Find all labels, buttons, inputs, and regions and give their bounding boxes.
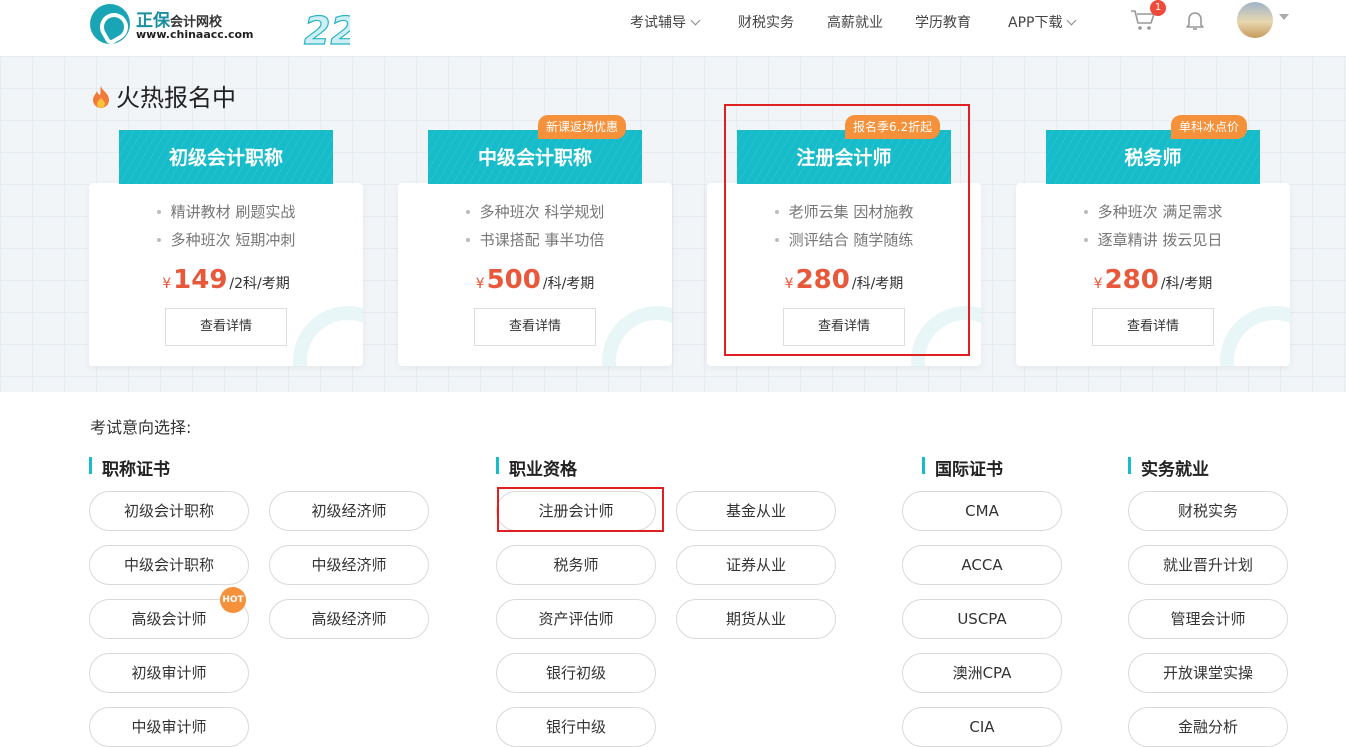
logo-icon bbox=[90, 4, 130, 44]
nav-tax-practice[interactable]: 财税实务 bbox=[738, 12, 794, 32]
promo-tag: 单科冰点价 bbox=[1171, 115, 1248, 139]
card-feature: 多种班次 短期冲刺 bbox=[89, 229, 363, 250]
exam-option-pill[interactable]: 金融分析 bbox=[1128, 707, 1288, 747]
exam-option-pill[interactable]: 澳洲CPA bbox=[902, 653, 1062, 693]
logo-url: www.chinaacc.com bbox=[136, 28, 254, 41]
exam-option-pill[interactable]: 就业晋升计划 bbox=[1128, 545, 1288, 585]
card-price: ¥500/科/考期 bbox=[475, 265, 595, 295]
card-price: ¥280/科/考期 bbox=[1093, 265, 1213, 295]
card-price: ¥149/2科/考期 bbox=[162, 265, 290, 295]
card-feature: 多种班次 科学规划 bbox=[398, 201, 672, 222]
nav-degree-education[interactable]: 学历教育 bbox=[915, 12, 971, 32]
category-title-professional-titles: 职称证书 bbox=[89, 455, 170, 480]
nav-exam-tutoring[interactable]: 考试辅导 bbox=[630, 12, 701, 32]
category-title-practical-employment: 实务就业 bbox=[1128, 455, 1209, 480]
highlight-box-cpa-option bbox=[497, 487, 664, 532]
exam-option-pill[interactable]: 开放课堂实操 bbox=[1128, 653, 1288, 693]
chevron-down-icon bbox=[1067, 15, 1077, 26]
exam-option-pill[interactable]: 财税实务 bbox=[1128, 491, 1288, 531]
course-card-intermediate-accounting: 多种班次 科学规划 书课搭配 事半功倍 ¥500/科/考期 查看详情 中级会计职… bbox=[398, 115, 672, 366]
hot-section-title: 火热报名中 bbox=[90, 78, 236, 113]
exam-option-pill[interactable]: CIA bbox=[902, 707, 1062, 747]
view-details-button[interactable]: 查看详情 bbox=[1092, 308, 1214, 346]
exam-option-pill[interactable]: 银行中级 bbox=[496, 707, 656, 747]
exam-option-pill[interactable]: 银行初级 bbox=[496, 653, 656, 693]
nav-app-download[interactable]: APP下载 bbox=[1008, 12, 1077, 32]
exam-option-pill[interactable]: 初级会计职称 bbox=[89, 491, 249, 531]
svg-text:22: 22 bbox=[304, 9, 350, 52]
flame-icon bbox=[93, 86, 109, 108]
card-feature: 精讲教材 刷题实战 bbox=[89, 201, 363, 222]
card-title: 初级会计职称 bbox=[119, 130, 333, 184]
exam-option-pill[interactable]: 证券从业 bbox=[676, 545, 836, 585]
exam-option-pill[interactable]: 高级经济师 bbox=[269, 599, 429, 639]
course-card-junior-accounting: 精讲教材 刷题实战 多种班次 短期冲刺 ¥149/2科/考期 查看详情 初级会计… bbox=[89, 130, 363, 366]
view-details-button[interactable]: 查看详情 bbox=[165, 308, 287, 346]
exam-option-pill[interactable]: 初级审计师 bbox=[89, 653, 249, 693]
nav-high-salary-jobs[interactable]: 高薪就业 bbox=[827, 12, 883, 32]
card-feature: 逐章精讲 拨云见日 bbox=[1016, 229, 1290, 250]
card-feature: 多种班次 满足需求 bbox=[1016, 201, 1290, 222]
exam-option-pill[interactable]: ACCA bbox=[902, 545, 1062, 585]
category-title-international-certificates: 国际证书 bbox=[922, 455, 1003, 480]
top-header: 正保会计网校 www.chinaacc.com 22 考试辅导 财税实务 高薪就… bbox=[0, 0, 1346, 56]
exam-option-pill[interactable]: CMA bbox=[902, 491, 1062, 531]
cart-count-badge: 1 bbox=[1150, 0, 1166, 16]
promo-tag: 新课返场优惠 bbox=[538, 115, 627, 139]
hot-badge: HOT bbox=[220, 587, 246, 613]
exam-option-pill[interactable]: 基金从业 bbox=[676, 491, 836, 531]
caret-down-icon[interactable] bbox=[1279, 14, 1289, 20]
card-feature: 书课搭配 事半功倍 bbox=[398, 229, 672, 250]
exam-option-pill[interactable]: 期货从业 bbox=[676, 599, 836, 639]
intent-selection-label: 考试意向选择: bbox=[90, 418, 192, 437]
exam-option-pill[interactable]: 中级会计职称 bbox=[89, 545, 249, 585]
exam-option-pill[interactable]: 中级审计师 bbox=[89, 707, 249, 747]
exam-option-pill[interactable]: 初级经济师 bbox=[269, 491, 429, 531]
bell-icon[interactable] bbox=[1183, 8, 1207, 32]
chevron-down-icon bbox=[690, 15, 701, 26]
anniversary-22-icon: 22 bbox=[303, 8, 350, 52]
exam-option-pill[interactable]: 管理会计师 bbox=[1128, 599, 1288, 639]
exam-option-pill[interactable]: 资产评估师 bbox=[496, 599, 656, 639]
course-card-tax-agent: 多种班次 满足需求 逐章精讲 拨云见日 ¥280/科/考期 查看详情 税务师 单… bbox=[1016, 115, 1290, 366]
category-title-vocational-qualifications: 职业资格 bbox=[496, 455, 577, 480]
view-details-button[interactable]: 查看详情 bbox=[474, 308, 596, 346]
site-logo[interactable]: 正保会计网校 www.chinaacc.com bbox=[90, 4, 254, 44]
exam-option-pill[interactable]: USCPA bbox=[902, 599, 1062, 639]
exam-option-pill[interactable]: 税务师 bbox=[496, 545, 656, 585]
avatar[interactable] bbox=[1237, 2, 1273, 38]
exam-option-pill[interactable]: 中级经济师 bbox=[269, 545, 429, 585]
highlight-box-cpa-card bbox=[724, 104, 970, 356]
